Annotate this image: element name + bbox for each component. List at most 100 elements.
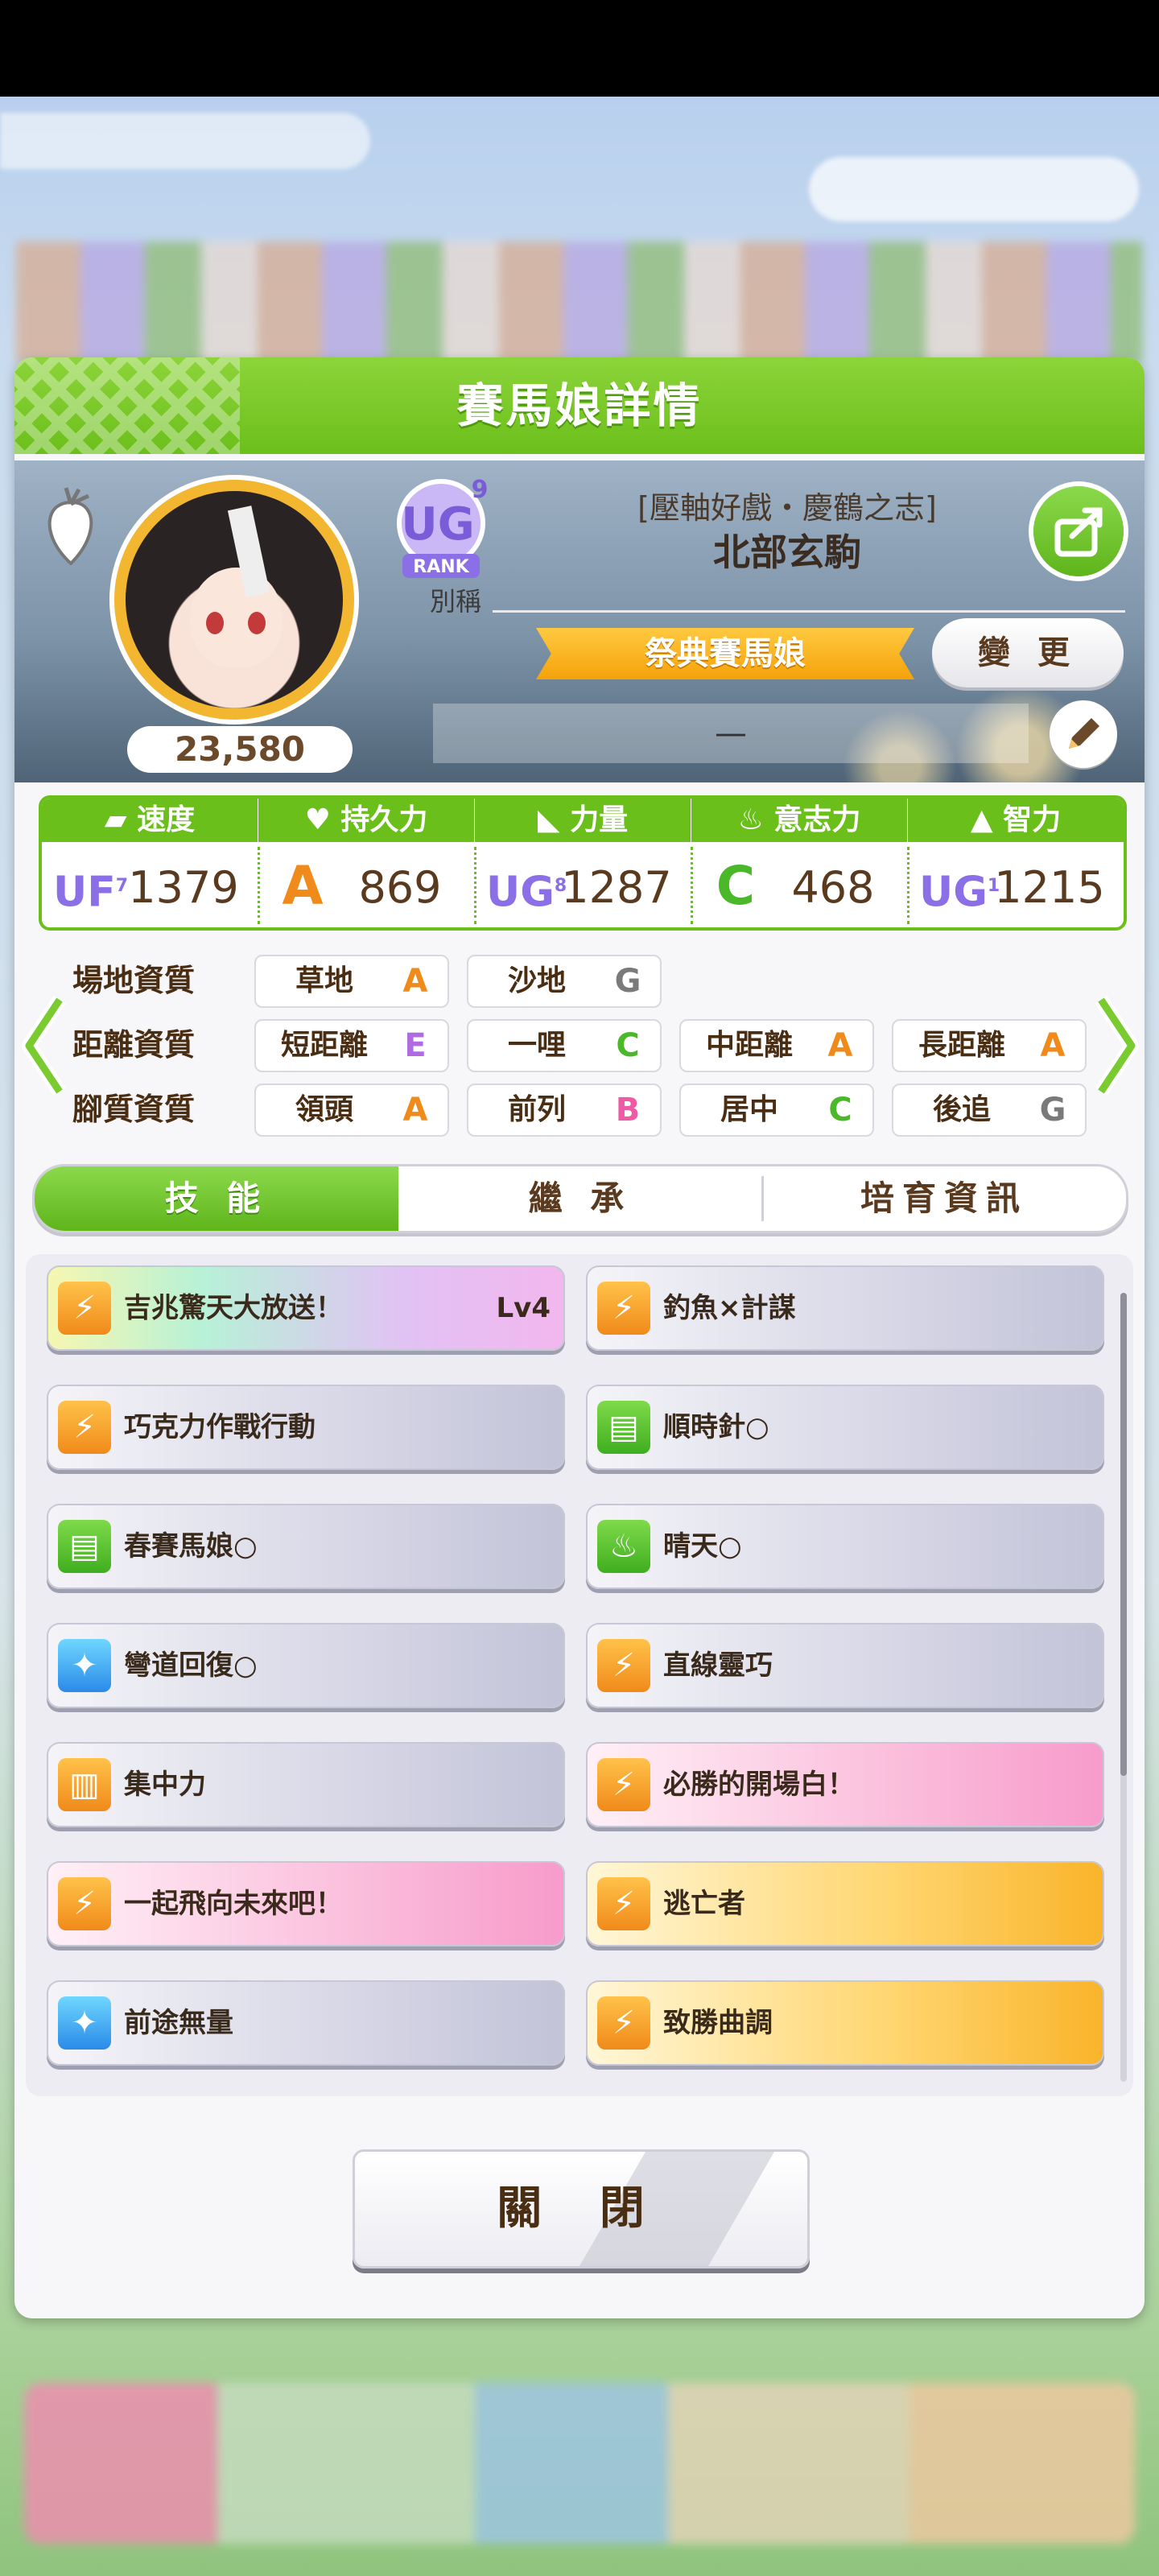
skill-name: 直線靈巧 bbox=[663, 1649, 773, 1682]
aptitude-dirt: 沙地 G bbox=[467, 955, 662, 1008]
detail-tabs: 技 能 繼 承 培育資訊 bbox=[32, 1164, 1128, 1233]
aptitude-turf: 草地 A bbox=[254, 955, 449, 1008]
speed-up-icon: ⚡ bbox=[597, 1877, 650, 1930]
stat-value: 468 bbox=[791, 862, 875, 913]
skill-name: 順時針○ bbox=[663, 1411, 769, 1443]
dialog-title: 賽馬娘詳情 bbox=[456, 378, 703, 433]
aptitude-medium: 中距離 A bbox=[679, 1019, 874, 1072]
sparkle-icon: ✦ bbox=[58, 1639, 111, 1692]
skill-item[interactable]: ▤ 順時針○ bbox=[586, 1385, 1104, 1470]
share-button[interactable] bbox=[1033, 486, 1124, 576]
speed-up-icon: ⚡ bbox=[597, 1996, 650, 2050]
stat-label: ♥ 持久力 bbox=[258, 799, 474, 842]
background-blurred-characters bbox=[16, 242, 1143, 362]
avatar-eye-left bbox=[206, 612, 224, 634]
aptitude-sprint: 短距離 E bbox=[254, 1019, 449, 1072]
skill-item[interactable]: ⚡ 吉兆驚天大放送！ Lv4 bbox=[47, 1265, 565, 1351]
skill-name: 致勝曲調 bbox=[663, 2007, 773, 2039]
skill-name: 前途無量 bbox=[124, 2007, 233, 2039]
distance-aptitude-label: 距離資質 bbox=[72, 1027, 196, 1063]
profile-section: 23,580 UG 9 RANK 別稱 [壓軸好戲・慶鶴之志] 北部玄駒 祭典賽… bbox=[14, 460, 1145, 782]
nickname-field: — bbox=[433, 704, 1029, 763]
character-name: 北部玄駒 bbox=[713, 530, 861, 574]
skill-name: 晴天○ bbox=[663, 1530, 742, 1563]
stat-grade: UG8 bbox=[486, 868, 567, 917]
skill-item[interactable]: ⚡ 致勝曲調 bbox=[586, 1980, 1104, 2066]
arrow-right-icon[interactable] bbox=[1091, 993, 1140, 1098]
rank-badge-number: 9 bbox=[472, 477, 489, 504]
skills-scrollbar-thumb[interactable] bbox=[1120, 1293, 1127, 1776]
skill-name: 一起飛向未來吧！ bbox=[124, 1888, 343, 1920]
strategy-aptitude-label: 腳質資質 bbox=[72, 1092, 196, 1127]
speed-up-icon: ⚡ bbox=[597, 1639, 650, 1692]
stat-value: 1287 bbox=[561, 862, 672, 913]
tab-inheritance[interactable]: 繼 承 bbox=[398, 1166, 762, 1231]
skill-item[interactable]: ▥ 集中力 bbox=[47, 1742, 565, 1827]
skill-item[interactable]: ⚡ 一起飛向未來吧！ bbox=[47, 1861, 565, 1946]
stats-panel: ▰ 速度 UF7 1379 ♥ 持久力 A 869 ◣ 力量 UG8 1287 … bbox=[39, 795, 1127, 931]
avatar-eye-right bbox=[248, 612, 266, 634]
character-avatar-frame[interactable] bbox=[109, 475, 359, 724]
carrot-icon bbox=[47, 487, 93, 565]
umamusume-detail-dialog: 賽馬娘詳情 23,580 UG 9 RANK 別稱 [壓軸好戲・慶鶴之志] 北部… bbox=[14, 357, 1145, 2318]
title-divider bbox=[493, 610, 1125, 613]
skill-item[interactable]: ✦ 前途無量 bbox=[47, 1980, 565, 2066]
skill-name: 逃亡者 bbox=[663, 1888, 745, 1920]
speed-up-icon: ⚡ bbox=[597, 1282, 650, 1335]
aptitude-end-closer: 後追 G bbox=[892, 1084, 1087, 1137]
aptitude-front-runner: 領頭 A bbox=[254, 1084, 449, 1137]
skill-item[interactable]: ⚡ 釣魚×計謀 bbox=[586, 1265, 1104, 1351]
heart-icon: ♥ bbox=[304, 803, 341, 836]
tab-skills[interactable]: 技 能 bbox=[35, 1166, 398, 1231]
graduation-cap-icon: ▲ bbox=[970, 803, 1004, 836]
rank-badge-text: RANK bbox=[413, 557, 469, 577]
skill-item[interactable]: ⚡ 必勝的開場白！ bbox=[586, 1742, 1104, 1827]
stat-grade: UG1 bbox=[919, 868, 1000, 917]
stat-power: ◣ 力量 UG8 1287 bbox=[475, 799, 691, 927]
nickname-label: 別稱 bbox=[429, 586, 481, 617]
skill-name: 巧克力作戰行動 bbox=[124, 1411, 316, 1443]
sparkle-icon: ✦ bbox=[58, 1996, 111, 2050]
background-blurred-bottom-nav bbox=[24, 2383, 1135, 2544]
arrow-left-icon[interactable] bbox=[21, 993, 69, 1098]
stat-guts: ♨ 意志力 C 468 bbox=[691, 799, 907, 927]
skill-name: 春賽馬娘○ bbox=[124, 1530, 258, 1563]
skill-item[interactable]: ⚡ 逃亡者 bbox=[586, 1861, 1104, 1946]
skill-level: Lv4 bbox=[496, 1292, 551, 1324]
gate-icon: ▥ bbox=[58, 1758, 111, 1811]
character-avatar bbox=[126, 491, 343, 708]
edit-pencil-icon[interactable] bbox=[1050, 700, 1117, 768]
stat-label: ▲ 智力 bbox=[908, 799, 1124, 842]
skill-item[interactable]: ⚡ 直線靈巧 bbox=[586, 1623, 1104, 1708]
document-icon: ▤ bbox=[597, 1401, 650, 1454]
skill-name: 吉兆驚天大放送！ bbox=[124, 1292, 343, 1324]
aptitude-long: 長距離 A bbox=[892, 1019, 1087, 1072]
stat-stamina: ♥ 持久力 A 869 bbox=[258, 799, 474, 927]
background-blurred-header bbox=[0, 113, 370, 169]
skill-item[interactable]: ♨ 晴天○ bbox=[586, 1504, 1104, 1589]
flame-icon: ♨ bbox=[737, 803, 774, 836]
close-button[interactable]: 關 閉 bbox=[353, 2149, 810, 2268]
speed-up-icon: ⚡ bbox=[58, 1401, 111, 1454]
skill-name: 必勝的開場白！ bbox=[663, 1769, 855, 1801]
speed-up-icon: ⚡ bbox=[58, 1877, 111, 1930]
close-button-label: 關 閉 bbox=[497, 2182, 666, 2235]
tab-training-info[interactable]: 培育資訊 bbox=[762, 1166, 1126, 1231]
stat-wisdom: ▲ 智力 UG1 1215 bbox=[908, 799, 1124, 927]
speed-up-icon: ⚡ bbox=[58, 1282, 111, 1335]
speed-up-icon: ⚡ bbox=[597, 1758, 650, 1811]
stat-label: ◣ 力量 bbox=[475, 799, 691, 842]
skill-item[interactable]: ⚡ 巧克力作戰行動 bbox=[47, 1385, 565, 1470]
aptitude-mile: 一哩 C bbox=[467, 1019, 662, 1072]
stat-value: 1379 bbox=[128, 862, 239, 913]
skill-item[interactable]: ▤ 春賽馬娘○ bbox=[47, 1504, 565, 1589]
ug-rank-badge-icon[interactable]: UG 9 RANK bbox=[385, 477, 497, 581]
avatar-face bbox=[190, 568, 283, 668]
change-title-button[interactable]: 變 更 bbox=[932, 618, 1124, 687]
stat-speed: ▰ 速度 UF7 1379 bbox=[42, 799, 258, 927]
stat-value: 1215 bbox=[994, 862, 1105, 913]
character-epithet: [壓軸好戲・慶鶴之志] bbox=[637, 490, 937, 526]
skill-item[interactable]: ✦ 彎道回復○ bbox=[47, 1623, 565, 1708]
aptitude-pace-chaser: 前列 B bbox=[467, 1084, 662, 1137]
stat-grade: C bbox=[716, 855, 756, 917]
